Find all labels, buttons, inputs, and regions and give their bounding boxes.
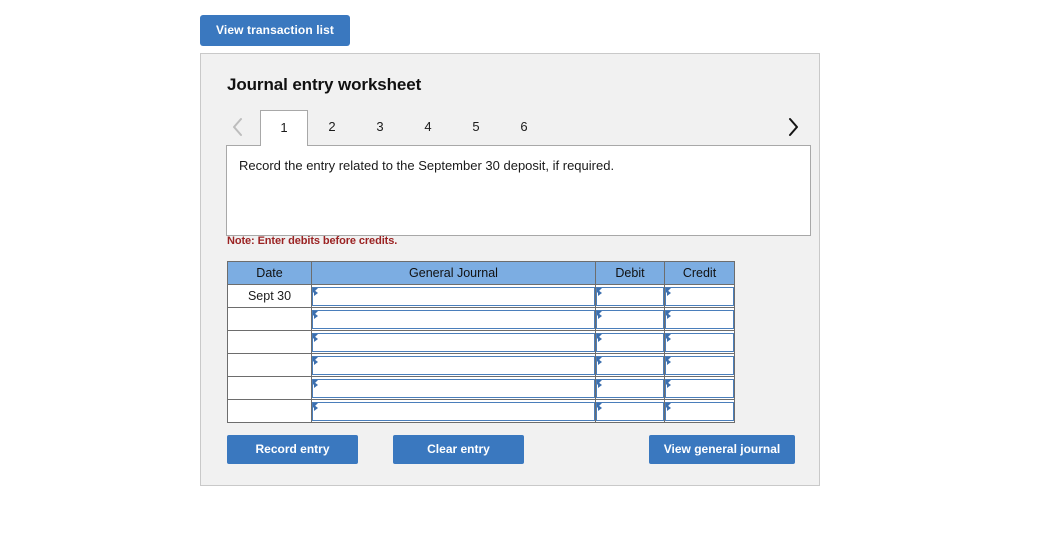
- general-journal-input[interactable]: [312, 309, 595, 329]
- view-general-journal-button[interactable]: View general journal: [649, 435, 795, 464]
- tab-6[interactable]: 6: [500, 110, 548, 144]
- credit-cell[interactable]: [664, 353, 735, 377]
- debit-cell[interactable]: [595, 353, 665, 377]
- instruction-box: Record the entry related to the Septembe…: [226, 145, 811, 236]
- tab-1[interactable]: 1: [260, 110, 308, 146]
- debit-input[interactable]: [596, 286, 664, 306]
- debit-cell[interactable]: [595, 284, 665, 308]
- general-journal-input[interactable]: [312, 286, 595, 306]
- credit-cell[interactable]: [664, 284, 735, 308]
- debit-input[interactable]: [596, 332, 664, 352]
- credit-input[interactable]: [665, 332, 734, 352]
- clear-entry-button[interactable]: Clear entry: [393, 435, 524, 464]
- column-header-credit: Credit: [664, 261, 735, 285]
- credit-cell[interactable]: [664, 399, 735, 423]
- table-row: [227, 399, 735, 423]
- view-transaction-list-button[interactable]: View transaction list: [200, 15, 350, 46]
- general-journal-cell[interactable]: [311, 353, 596, 377]
- debit-cell[interactable]: [595, 330, 665, 354]
- column-header-general-journal: General Journal: [311, 261, 596, 285]
- column-header-debit: Debit: [595, 261, 665, 285]
- record-entry-button[interactable]: Record entry: [227, 435, 358, 464]
- tab-5[interactable]: 5: [452, 110, 500, 144]
- credit-cell[interactable]: [664, 330, 735, 354]
- debit-input[interactable]: [596, 401, 664, 421]
- debit-cell[interactable]: [595, 376, 665, 400]
- debit-input[interactable]: [596, 355, 664, 375]
- table-row: [227, 376, 735, 400]
- credit-input[interactable]: [665, 286, 734, 306]
- general-journal-cell[interactable]: [311, 330, 596, 354]
- tab-4[interactable]: 4: [404, 110, 452, 144]
- date-cell[interactable]: Sept 30: [227, 284, 312, 308]
- general-journal-cell[interactable]: [311, 307, 596, 331]
- table-header-row: Date General Journal Debit Credit: [227, 261, 735, 285]
- credit-input[interactable]: [665, 378, 734, 398]
- credit-cell[interactable]: [664, 307, 735, 331]
- general-journal-cell[interactable]: [311, 399, 596, 423]
- date-cell[interactable]: [227, 399, 312, 423]
- tab-2[interactable]: 2: [308, 110, 356, 144]
- debit-cell[interactable]: [595, 399, 665, 423]
- credit-input[interactable]: [665, 355, 734, 375]
- credit-input[interactable]: [665, 401, 734, 421]
- worksheet-tab-bar: 1 2 3 4 5 6: [226, 110, 798, 146]
- debits-before-credits-note: Note: Enter debits before credits.: [227, 235, 398, 247]
- page-title: Journal entry worksheet: [227, 75, 422, 94]
- journal-entry-worksheet-panel: Journal entry worksheet 1 2 3 4 5 6 Reco…: [200, 53, 820, 486]
- date-cell[interactable]: [227, 307, 312, 331]
- table-row: [227, 330, 735, 354]
- general-journal-input[interactable]: [312, 378, 595, 398]
- general-journal-input[interactable]: [312, 355, 595, 375]
- debit-input[interactable]: [596, 378, 664, 398]
- general-journal-input[interactable]: [312, 332, 595, 352]
- debit-input[interactable]: [596, 309, 664, 329]
- tab-3[interactable]: 3: [356, 110, 404, 144]
- instruction-text: Record the entry related to the Septembe…: [239, 158, 615, 173]
- date-cell[interactable]: [227, 353, 312, 377]
- chevron-left-icon[interactable]: [226, 110, 248, 144]
- general-journal-cell[interactable]: [311, 376, 596, 400]
- debit-cell[interactable]: [595, 307, 665, 331]
- journal-entry-table: Date General Journal Debit Credit Sept 3…: [227, 261, 735, 423]
- column-header-date: Date: [227, 261, 312, 285]
- table-row: [227, 307, 735, 331]
- credit-input[interactable]: [665, 309, 734, 329]
- credit-cell[interactable]: [664, 376, 735, 400]
- general-journal-input[interactable]: [312, 401, 595, 421]
- table-row: Sept 30: [227, 284, 735, 308]
- table-row: [227, 353, 735, 377]
- chevron-right-icon[interactable]: [782, 110, 804, 144]
- general-journal-cell[interactable]: [311, 284, 596, 308]
- date-cell[interactable]: [227, 330, 312, 354]
- date-cell[interactable]: [227, 376, 312, 400]
